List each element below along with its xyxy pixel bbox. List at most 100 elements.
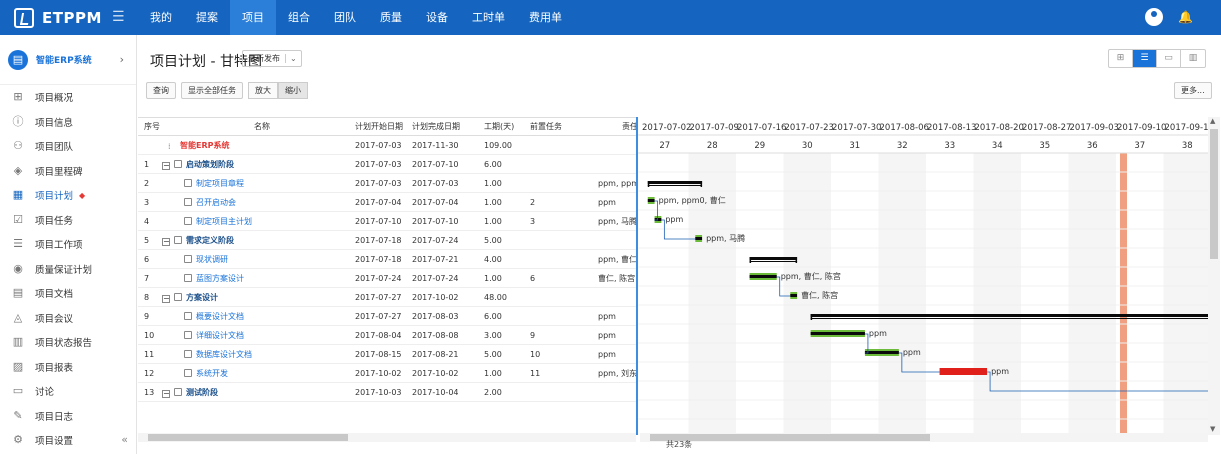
task-name[interactable]: 详细设计文档: [196, 331, 244, 340]
collapse-icon[interactable]: −: [162, 390, 170, 398]
board-view-icon[interactable]: ▥: [1181, 50, 1205, 67]
sidebar-item[interactable]: ▦ 项目计划 ◆: [0, 183, 136, 208]
nav-item[interactable]: 项目: [230, 0, 276, 35]
collapse-icon[interactable]: −: [162, 238, 170, 246]
zoom-in-button[interactable]: 放大: [248, 82, 278, 99]
cell-name[interactable]: 详细设计文档: [162, 326, 352, 345]
nav-item[interactable]: 我的: [138, 0, 184, 35]
sidebar-item[interactable]: ⓘ 项目信息: [0, 110, 136, 135]
menu-toggle-icon[interactable]: ☰: [112, 9, 125, 25]
table-row[interactable]: 2 2017-07-03 2017-07-03 1.00 ppm, ppm 制定项目章程: [138, 174, 638, 193]
table-row[interactable]: 9 2017-07-27 2017-08-03 6.00 ppm 概要设计文档: [138, 307, 638, 326]
show-all-tasks-button[interactable]: 显示全部任务: [181, 82, 243, 99]
gantt-canvas: 2017-07-02 27 2017-07-09 28 2017-07-16 29 2017…: [638, 123, 1208, 435]
collapse-icon[interactable]: −: [162, 295, 170, 303]
sidebar-item[interactable]: ⊞ 项目概况: [0, 85, 136, 110]
table-row[interactable]: 5 2017-07-18 2017-07-24 5.00 − 需求定义阶段: [138, 231, 638, 250]
collapse-sidebar-icon[interactable]: «: [121, 433, 128, 446]
task-name[interactable]: 方案设计: [186, 293, 218, 302]
nav-item[interactable]: 费用单: [517, 0, 574, 35]
scroll-up-icon[interactable]: ▲: [1210, 117, 1215, 125]
tree-view-icon[interactable]: ⊞: [1109, 50, 1133, 67]
scroll-thumb[interactable]: [148, 434, 348, 441]
task-name[interactable]: 现状调研: [196, 255, 228, 264]
grid-horizontal-scrollbar[interactable]: [138, 433, 636, 442]
sidebar-item[interactable]: ▭ 讨论: [0, 379, 136, 404]
cell-name[interactable]: 制定项目章程: [162, 174, 352, 193]
table-row[interactable]: 4 2017-07-10 2017-07-10 1.00 3 ppm, 马腾 制定项目主计划: [138, 212, 638, 231]
sidebar-item[interactable]: ◈ 项目里程碑: [0, 159, 136, 184]
cell-name[interactable]: ⁞ 智能ERP系统: [162, 136, 352, 155]
cell-name[interactable]: − 方案设计: [162, 288, 352, 307]
sidebar-item[interactable]: ▤ 项目文档: [0, 281, 136, 306]
zoom-out-button[interactable]: 缩小: [278, 82, 308, 99]
table-row[interactable]: 13 2017-10-03 2017-10-04 2.00 − 测试阶段: [138, 383, 638, 402]
cell-name[interactable]: 数据库设计文档: [162, 345, 352, 364]
task-name[interactable]: 召开启动会: [196, 198, 236, 207]
cell-no: 6: [144, 255, 150, 264]
scroll-down-icon[interactable]: ▼: [1210, 425, 1215, 433]
week-label: 2017-08-20: [975, 123, 1024, 133]
project-selector[interactable]: ▤ 智能ERP系统 ›: [0, 35, 136, 85]
table-row[interactable]: 12 2017-10-02 2017-10-02 1.00 11 ppm, 刘东 系统开发: [138, 364, 638, 383]
cell-name[interactable]: 现状调研: [162, 250, 352, 269]
table-row[interactable]: 2017-07-03 2017-11-30 109.00 ⁞ 智能ERP系统: [138, 136, 638, 155]
sidebar-item[interactable]: ☑ 项目任务: [0, 208, 136, 233]
task-name[interactable]: 数据库设计文档: [196, 350, 252, 359]
task-name[interactable]: 需求定义阶段: [186, 236, 234, 245]
task-name[interactable]: 概要设计文档: [196, 312, 244, 321]
cell-pre: [530, 383, 580, 402]
sidebar-item[interactable]: ⚇ 项目团队: [0, 134, 136, 159]
nav-item[interactable]: 组合: [276, 0, 322, 35]
nav-item[interactable]: 工时单: [460, 0, 517, 35]
nav-item[interactable]: 设备: [414, 0, 460, 35]
table-row[interactable]: 8 2017-07-27 2017-10-02 48.00 − 方案设计: [138, 288, 638, 307]
chart-horizontal-scrollbar[interactable]: [640, 433, 1208, 442]
sidebar-item[interactable]: ▨ 项目报表: [0, 355, 136, 380]
task-name[interactable]: 测试阶段: [186, 388, 218, 397]
nav-item[interactable]: 团队: [322, 0, 368, 35]
collapse-icon[interactable]: −: [162, 162, 170, 170]
cell-name[interactable]: 召开启动会: [162, 193, 352, 212]
sidebar-item[interactable]: ◬ 项目会议: [0, 306, 136, 331]
sidebar-item[interactable]: ▥ 项目状态报告: [0, 330, 136, 355]
query-button[interactable]: 查询: [146, 82, 176, 99]
nav-item[interactable]: 提案: [184, 0, 230, 35]
more-button[interactable]: 更多...: [1174, 82, 1212, 99]
bell-icon[interactable]: 🔔: [1178, 10, 1193, 24]
cell-name[interactable]: − 需求定义阶段: [162, 231, 352, 250]
sidebar-item[interactable]: ⚙ 项目设置: [0, 428, 136, 453]
task-name[interactable]: 制定项目主计划: [196, 217, 252, 226]
gantt-view-icon[interactable]: ☰: [1133, 50, 1157, 67]
table-row[interactable]: 3 2017-07-04 2017-07-04 1.00 2 ppm 召开启动会: [138, 193, 638, 212]
task-name[interactable]: 智能ERP系统: [180, 141, 230, 150]
table-row[interactable]: 7 2017-07-24 2017-07-24 1.00 6 曹仁, 陈宫 蓝图方案设计: [138, 269, 638, 288]
nav-item[interactable]: 质量: [368, 0, 414, 35]
cell-name[interactable]: 制定项目主计划: [162, 212, 352, 231]
task-name[interactable]: 制定项目章程: [196, 179, 244, 188]
release-select[interactable]: 最新发布 ⌄: [242, 50, 302, 67]
cell-name[interactable]: 概要设计文档: [162, 307, 352, 326]
document-icon: ▤: [12, 286, 24, 300]
vertical-scrollbar[interactable]: ▲ ▼: [1208, 117, 1220, 435]
sidebar-item[interactable]: ◉ 质量保证计划: [0, 257, 136, 282]
table-row[interactable]: 6 2017-07-18 2017-07-21 4.00 ppm, 曹仁 现状调研: [138, 250, 638, 269]
task-name[interactable]: 系统开发: [196, 369, 228, 378]
task-name[interactable]: 蓝图方案设计: [196, 274, 244, 283]
table-row[interactable]: 1 2017-07-03 2017-07-10 6.00 − 启动策划阶段: [138, 155, 638, 174]
table-row[interactable]: 11 2017-08-15 2017-08-21 5.00 10 ppm 数据库设计文档: [138, 345, 638, 364]
header-start: 计划开始日期: [355, 122, 403, 131]
cell-name[interactable]: 蓝图方案设计: [162, 269, 352, 288]
chevron-right-icon[interactable]: ›: [120, 53, 124, 66]
cell-name[interactable]: 系统开发: [162, 364, 352, 383]
sidebar-item[interactable]: ☰ 项目工作项: [0, 232, 136, 257]
task-name[interactable]: 启动策划阶段: [186, 160, 234, 169]
user-avatar-icon[interactable]: [1145, 8, 1163, 26]
cell-name[interactable]: − 启动策划阶段: [162, 155, 352, 174]
logo[interactable]: ETPPM: [14, 7, 102, 29]
cell-name[interactable]: − 测试阶段: [162, 383, 352, 402]
timeline-view-icon[interactable]: ▭: [1157, 50, 1181, 67]
scroll-thumb[interactable]: [1210, 129, 1218, 259]
table-row[interactable]: 10 2017-08-04 2017-08-08 3.00 9 ppm 详细设计文档: [138, 326, 638, 345]
sidebar-item[interactable]: ✎ 项目日志: [0, 404, 136, 429]
